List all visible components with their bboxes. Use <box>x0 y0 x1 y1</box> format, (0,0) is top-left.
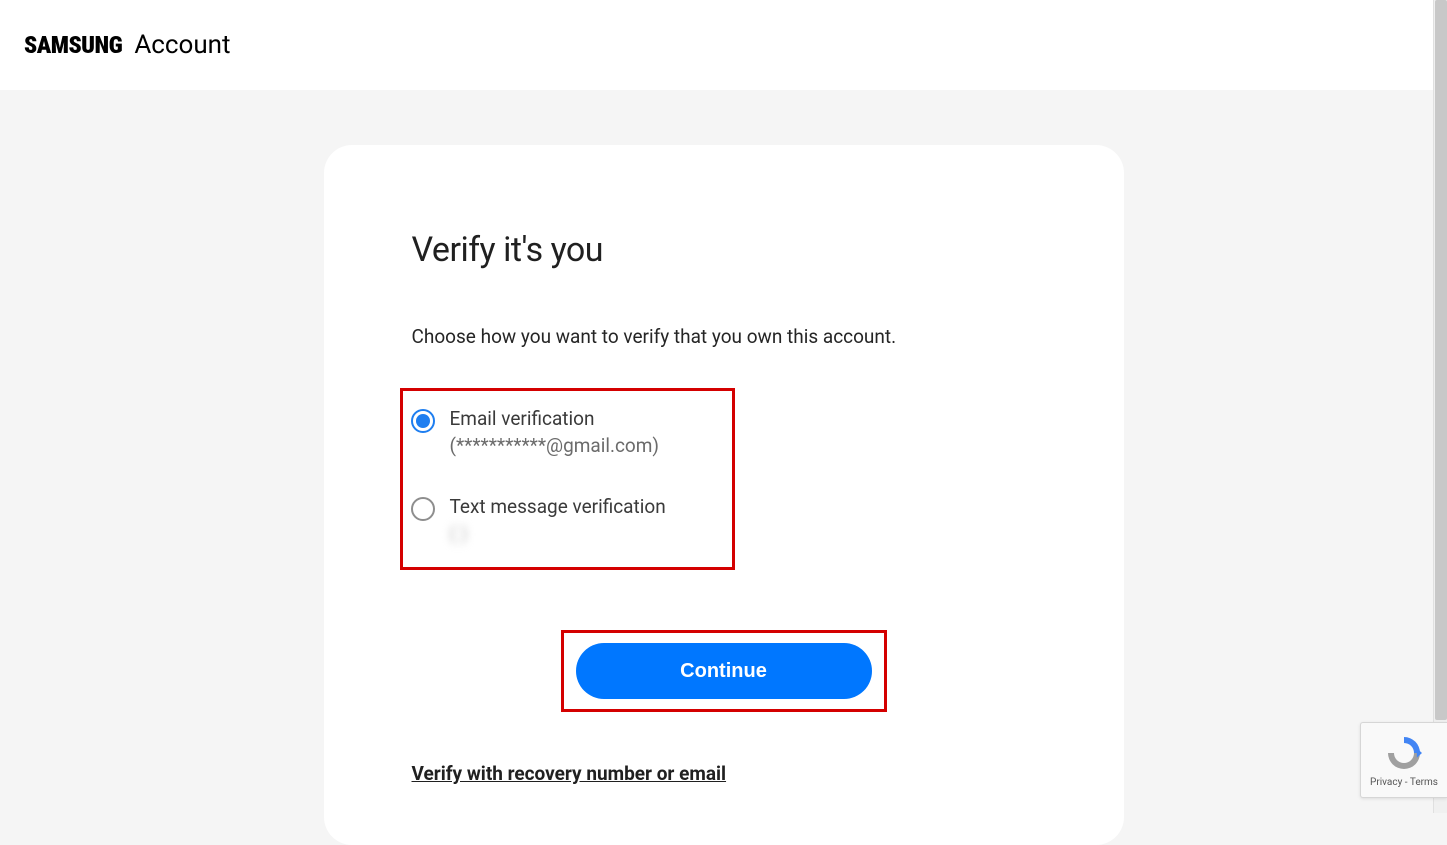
brand-logo: SAMSUNG Account <box>24 30 231 60</box>
card-title: Verify it's you <box>412 230 1036 270</box>
continue-button[interactable]: Continue <box>576 643 872 699</box>
continue-button-highlight: Continue <box>561 630 887 712</box>
verify-card: Verify it's you Choose how you want to v… <box>324 145 1124 845</box>
radio-sms[interactable] <box>411 497 435 521</box>
page-header: SAMSUNG Account <box>0 0 1447 90</box>
option-sms-detail: ( ) <box>450 522 666 545</box>
recaptcha-legal[interactable]: Privacy - Terms <box>1370 777 1438 788</box>
option-sms-text: Text message verification ( ) <box>450 495 666 545</box>
recaptcha-badge[interactable]: Privacy - Terms <box>1360 722 1447 798</box>
option-sms[interactable]: Text message verification ( ) <box>411 491 724 549</box>
recaptcha-icon <box>1384 733 1424 773</box>
option-email-label: Email verification <box>450 407 660 430</box>
brand-main-text: SAMSUNG <box>24 31 122 59</box>
option-email-detail: (***********@gmail.com) <box>450 434 660 457</box>
option-email[interactable]: Email verification (***********@gmail.co… <box>411 403 724 461</box>
main-content: Verify it's you Choose how you want to v… <box>0 90 1447 845</box>
scrollbar[interactable] <box>1433 0 1447 813</box>
option-sms-label: Text message verification <box>450 495 666 518</box>
card-subtitle: Choose how you want to verify that you o… <box>412 325 1036 348</box>
radio-email[interactable] <box>411 409 435 433</box>
brand-sub-text: Account <box>134 30 230 60</box>
verification-options-highlight: Email verification (***********@gmail.co… <box>400 388 735 570</box>
recovery-link[interactable]: Verify with recovery number or email <box>412 762 727 785</box>
scrollbar-thumb[interactable] <box>1435 0 1447 720</box>
option-email-text: Email verification (***********@gmail.co… <box>450 407 660 457</box>
